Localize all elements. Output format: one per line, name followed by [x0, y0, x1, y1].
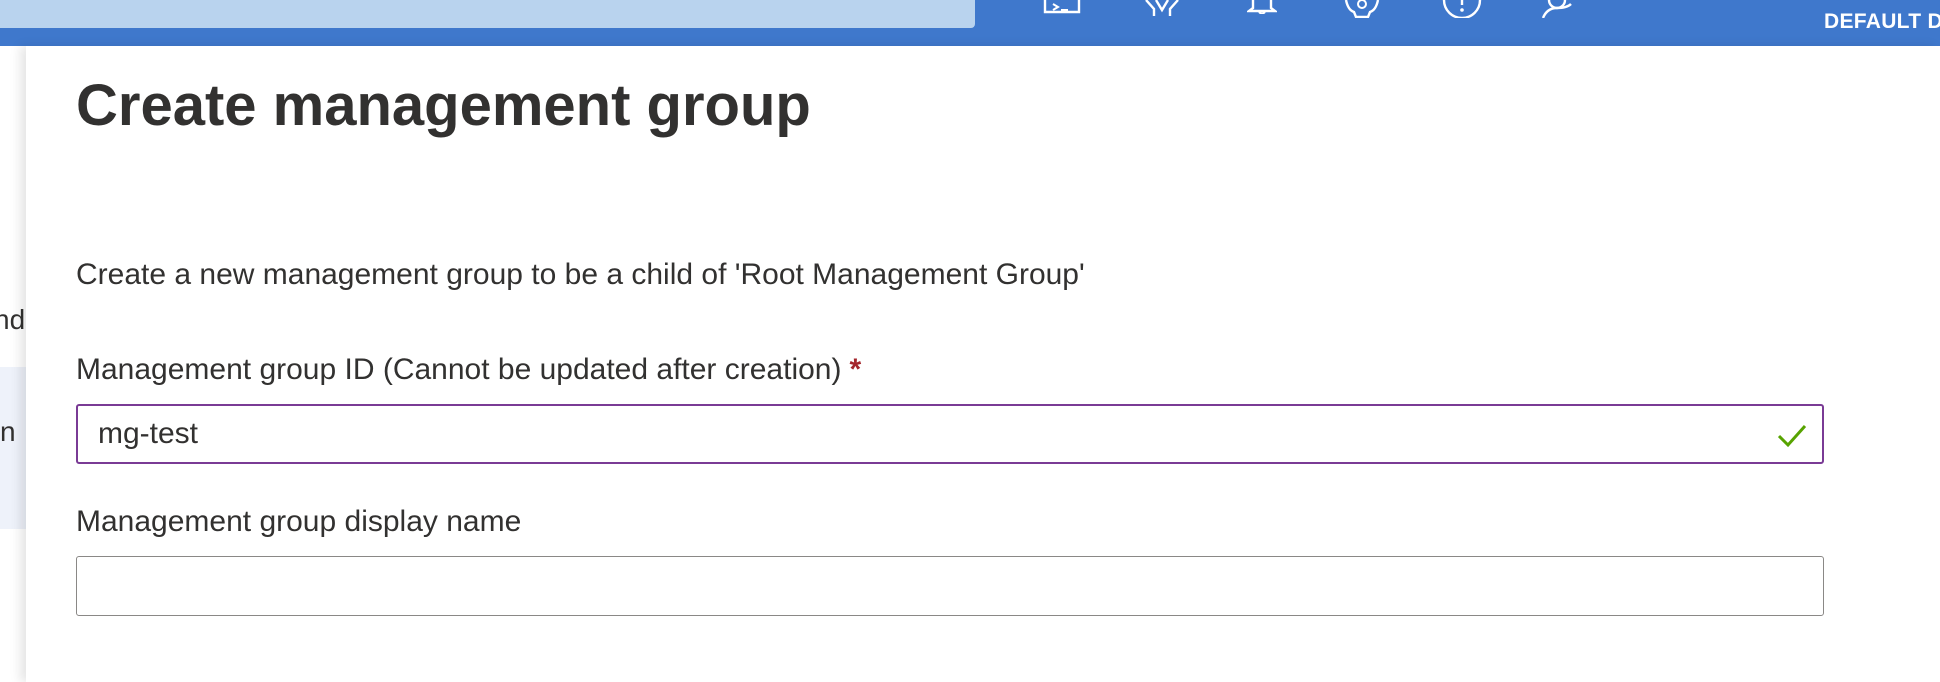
management-group-id-label-text: Management group ID (Cannot be updated a…	[76, 353, 842, 386]
background-page: nd tin	[0, 46, 26, 682]
background-text-fragment: nd	[0, 304, 26, 335]
background-selected-item	[0, 367, 26, 529]
management-group-display-name-label: Management group display name	[76, 505, 522, 538]
page-title: Create management group	[76, 73, 811, 138]
global-search-box[interactable]	[0, 0, 975, 28]
background-text-fragment: tin	[0, 416, 16, 447]
management-group-display-name-input[interactable]	[77, 557, 1823, 615]
management-group-id-field[interactable]	[76, 404, 1824, 464]
top-header: DEFAULT D	[0, 0, 1940, 46]
cloud-shell-icon[interactable]	[1040, 0, 1084, 22]
valid-check-icon	[1777, 424, 1807, 448]
notifications-icon[interactable]	[1240, 0, 1284, 22]
required-asterisk: *	[849, 353, 862, 386]
management-group-id-label: Management group ID (Cannot be updated a…	[76, 353, 861, 387]
description-text: Create a new management group to be a ch…	[76, 258, 1085, 291]
create-management-group-blade: Create management group Create a new man…	[26, 46, 1940, 682]
management-group-display-name-field[interactable]	[76, 556, 1824, 616]
directory-label[interactable]: DEFAULT D	[1824, 10, 1940, 36]
settings-icon[interactable]	[1340, 0, 1384, 22]
help-icon[interactable]	[1440, 0, 1484, 22]
directory-filter-icon[interactable]	[1140, 0, 1184, 22]
feedback-icon[interactable]	[1535, 0, 1579, 22]
management-group-id-input[interactable]	[78, 406, 1822, 462]
